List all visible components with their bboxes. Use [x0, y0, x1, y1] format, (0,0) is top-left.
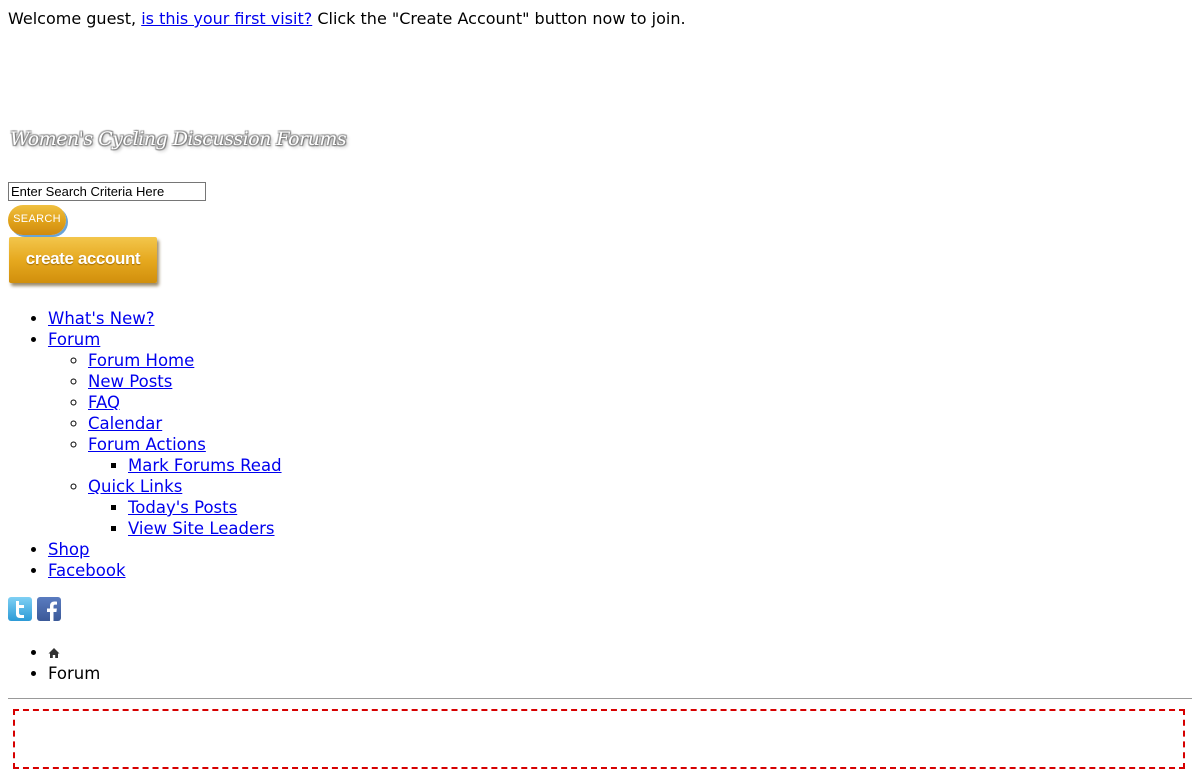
nav-item-new-posts: New Posts: [88, 371, 282, 392]
nav-link-mark-forums-read[interactable]: Mark Forums Read: [128, 456, 282, 475]
nav-link-view-site-leaders[interactable]: View Site Leaders: [128, 519, 275, 538]
nav-link-calendar[interactable]: Calendar: [88, 414, 162, 433]
nav-link-quick-links[interactable]: Quick Links: [88, 477, 182, 496]
nav-item-whats-new: What's New?: [48, 308, 282, 329]
facebook-icon[interactable]: [37, 597, 61, 621]
home-icon[interactable]: [48, 643, 60, 662]
nav-link-forum-actions[interactable]: Forum Actions: [88, 435, 206, 454]
nav-item-facebook: Facebook: [48, 560, 282, 581]
nav-link-forum-home[interactable]: Forum Home: [88, 351, 194, 370]
search-button[interactable]: SEARCH: [8, 205, 66, 235]
nav-item-calendar: Calendar: [88, 413, 282, 434]
breadcrumb: Forum: [8, 642, 100, 684]
quick-links-submenu: Today's Posts View Site Leaders: [88, 497, 282, 539]
nav-item-forum-home: Forum Home: [88, 350, 282, 371]
nav-link-shop[interactable]: Shop: [48, 540, 90, 559]
first-visit-link[interactable]: is this your first visit?: [141, 9, 312, 28]
welcome-suffix: Click the "Create Account" button now to…: [312, 9, 686, 28]
site-logo[interactable]: Women's Cycling Discussion Forums: [10, 128, 347, 150]
nav-item-mark-forums-read: Mark Forums Read: [128, 455, 282, 476]
nav-item-forum-actions: Forum Actions Mark Forums Read: [88, 434, 282, 476]
nav-link-whats-new[interactable]: What's New?: [48, 309, 154, 328]
forum-submenu: Forum Home New Posts FAQ Calendar Forum …: [48, 350, 282, 539]
divider: [8, 698, 1192, 699]
nav-item-view-site-leaders: View Site Leaders: [128, 518, 282, 539]
social-links: [8, 597, 66, 621]
forum-actions-submenu: Mark Forums Read: [88, 455, 282, 476]
nav-item-quick-links: Quick Links Today's Posts View Site Lead…: [88, 476, 282, 539]
welcome-message: Welcome guest, is this your first visit?…: [8, 8, 686, 30]
breadcrumb-current: Forum: [48, 663, 100, 684]
nav-item-todays-posts: Today's Posts: [128, 497, 282, 518]
notice-box: [13, 709, 1185, 769]
nav-link-todays-posts[interactable]: Today's Posts: [128, 498, 237, 517]
breadcrumb-home: [48, 642, 100, 663]
nav-link-faq[interactable]: FAQ: [88, 393, 120, 412]
welcome-prefix: Welcome guest,: [8, 9, 142, 28]
nav-link-facebook[interactable]: Facebook: [48, 561, 126, 580]
main-nav: What's New? Forum Forum Home New Posts F…: [8, 308, 282, 581]
nav-link-forum[interactable]: Forum: [48, 330, 100, 349]
nav-link-new-posts[interactable]: New Posts: [88, 372, 172, 391]
create-account-button[interactable]: create account: [9, 237, 157, 283]
twitter-icon[interactable]: [8, 597, 32, 621]
nav-item-faq: FAQ: [88, 392, 282, 413]
nav-item-shop: Shop: [48, 539, 282, 560]
nav-item-forum: Forum Forum Home New Posts FAQ Calendar …: [48, 329, 282, 539]
search-input[interactable]: [8, 182, 206, 201]
